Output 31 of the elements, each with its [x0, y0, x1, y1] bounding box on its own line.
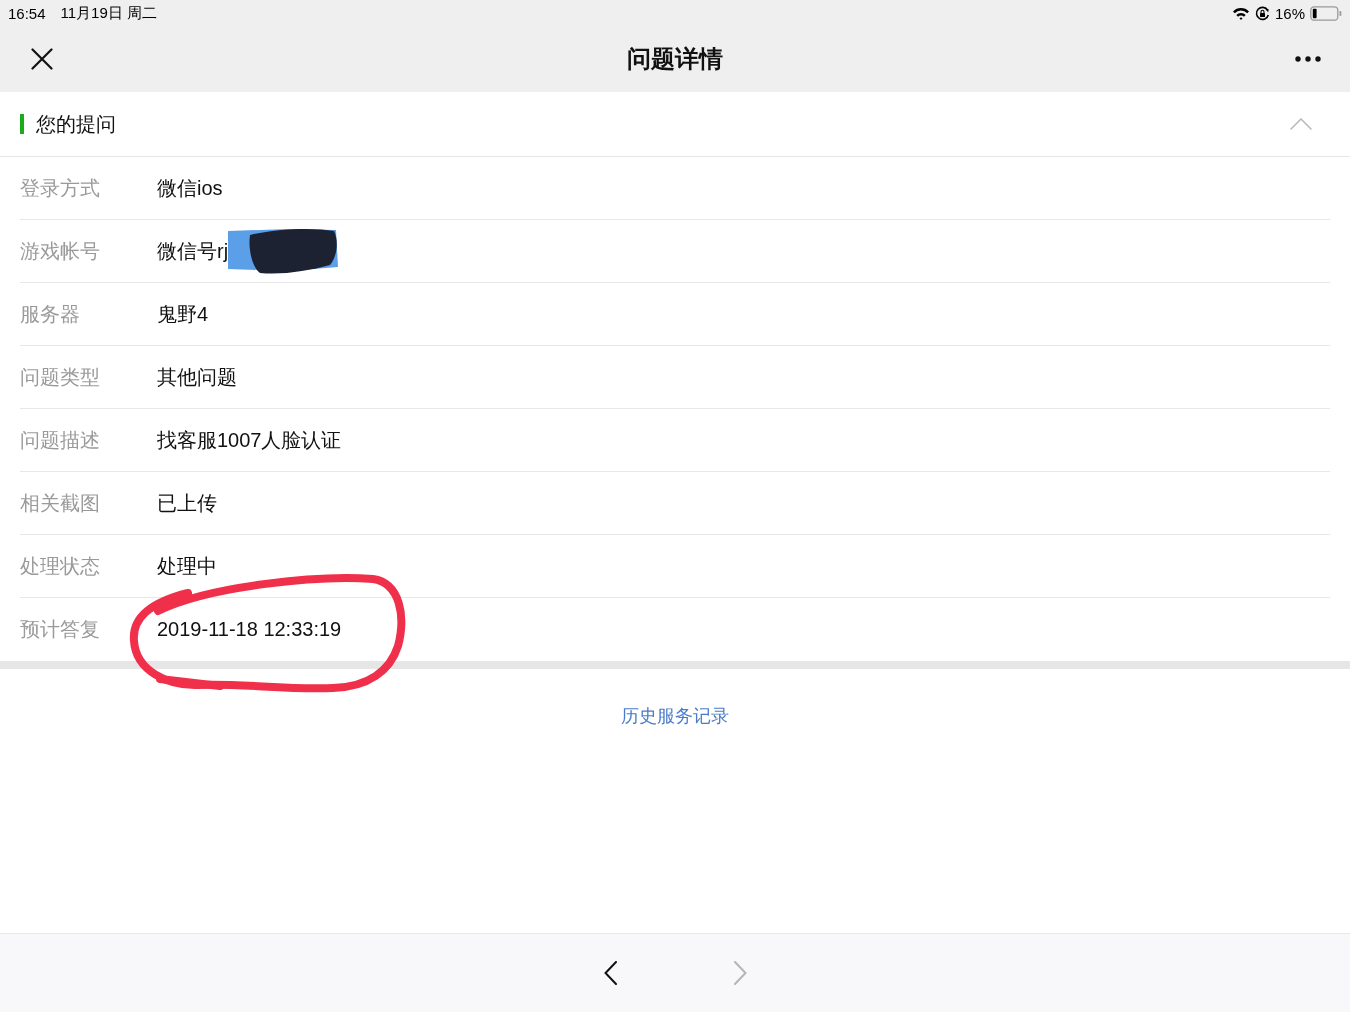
field-label: 预计答复: [20, 617, 101, 642]
status-date: 11月19日 周二: [60, 3, 157, 23]
battery-percent: 16%: [1274, 4, 1305, 22]
history-link[interactable]: 历史服务记录: [621, 704, 729, 728]
back-chevron-icon: [603, 961, 617, 985]
accent-bar-icon: [20, 114, 24, 134]
field-value: 微信号rj: [157, 238, 229, 264]
field-label: 问题描述: [20, 427, 101, 453]
section-title: 您的提问: [36, 111, 117, 137]
field-label: 相关截图: [20, 490, 101, 516]
rotation-lock-icon: [1254, 5, 1270, 21]
battery-icon: [1310, 5, 1342, 21]
status-time: 16:54: [8, 4, 46, 22]
field-value: 2019-11-18 12:33:19: [157, 618, 342, 641]
field-label: 登录方式: [20, 175, 101, 201]
wifi-icon: [1231, 6, 1250, 20]
more-icon: [1295, 56, 1321, 62]
field-value: 找客服1007人脸认证: [157, 427, 342, 453]
page-title: 问题详情: [627, 44, 723, 74]
field-label: 游戏帐号: [20, 238, 101, 264]
chevron-icon: [1290, 118, 1312, 130]
close-icon: [31, 48, 53, 70]
field-value: 处理中: [157, 553, 217, 579]
forward-chevron-icon: [733, 961, 747, 985]
field-value: 鬼野4: [157, 301, 209, 327]
field-value: 已上传: [157, 490, 217, 516]
field-value: 其他问题: [157, 364, 237, 390]
field-label: 处理状态: [20, 553, 101, 579]
field-value: 微信ios: [157, 175, 223, 201]
field-label: 服务器: [20, 301, 81, 327]
field-label: 问题类型: [20, 364, 101, 390]
